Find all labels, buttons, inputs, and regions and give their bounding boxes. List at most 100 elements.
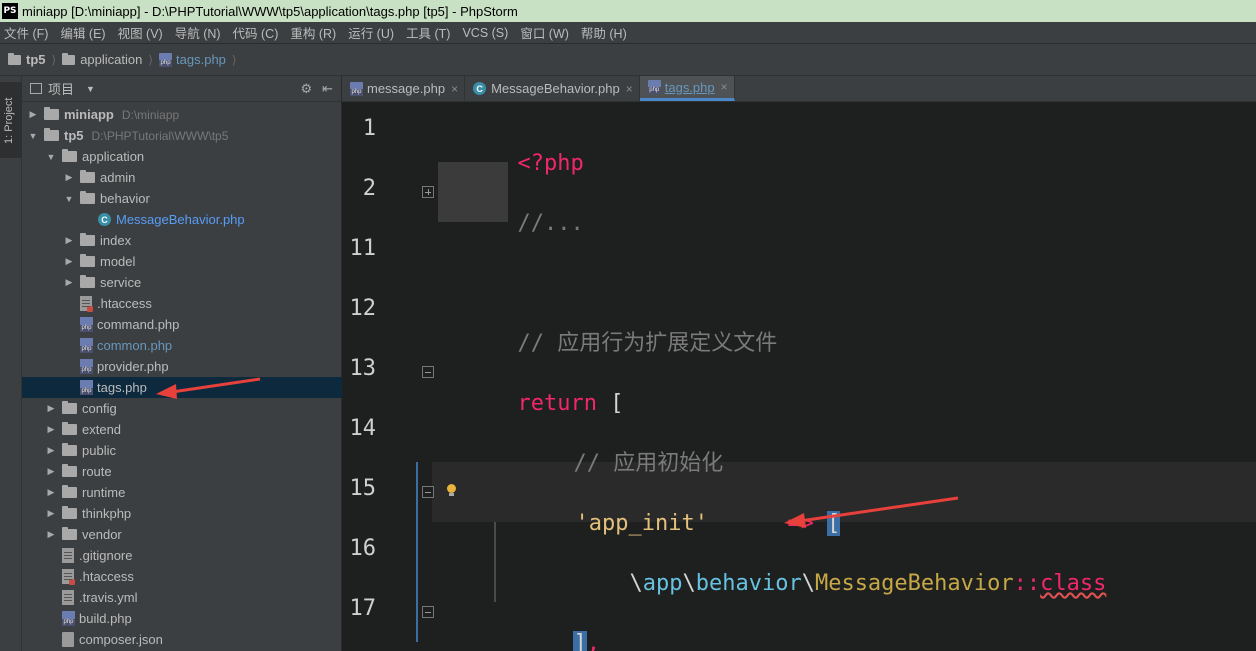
line-number: 15 [349, 476, 377, 501]
project-view-icon [30, 83, 42, 94]
chevron-down-icon[interactable]: ▼ [62, 194, 76, 204]
tree-item[interactable]: ▶ service [22, 272, 342, 293]
tree-item[interactable]: ▶common.php [22, 335, 342, 356]
folder-icon [62, 443, 77, 456]
chevron-right-icon[interactable]: ▶ [62, 256, 76, 267]
tree-item-label: build.php [79, 611, 132, 626]
chevron-right-icon[interactable]: ▶ [44, 487, 58, 498]
folder-icon [62, 422, 77, 435]
tree-item[interactable]: ▼ application [22, 146, 342, 167]
code-editor[interactable]: 1 2 11 12 13 14 15 16 17 <?php //... // … [342, 102, 1256, 651]
tree-item[interactable]: ▶ index [22, 230, 342, 251]
tree-item[interactable]: ▶ config [22, 398, 342, 419]
tree-item-label: model [100, 254, 136, 269]
close-icon[interactable]: × [451, 82, 458, 96]
code-line-15: 'app_init' => [ [575, 511, 841, 536]
tree-item[interactable]: ▶ runtime [22, 482, 342, 503]
project-tool-tab[interactable]: 1: Project [0, 82, 22, 158]
tree-item-label: service [100, 275, 142, 290]
folder-icon [62, 464, 77, 477]
chevron-right-icon[interactable]: ▶ [44, 403, 58, 414]
close-icon[interactable]: × [626, 82, 633, 96]
tree-item[interactable]: ▶ miniapp D:\miniapp [22, 104, 342, 125]
folder-icon [44, 128, 59, 141]
tree-item[interactable]: ▶ model [22, 251, 342, 272]
folder-icon [62, 506, 77, 519]
breadcrumb-item-tags[interactable]: tags.php [159, 52, 226, 67]
tree-item[interactable]: ▶.gitignore [22, 545, 342, 566]
chevron-down-icon[interactable]: ▼ [44, 152, 58, 162]
chevron-down-icon[interactable]: ▼ [26, 131, 40, 141]
tree-item[interactable]: ▶ admin [22, 167, 342, 188]
menu-navigate[interactable]: 导航 (N) [175, 23, 221, 42]
menu-run[interactable]: 运行 (U) [348, 23, 394, 42]
tree-item[interactable]: ▶composer.json [22, 629, 342, 650]
menu-view[interactable]: 视图 (V) [118, 23, 163, 42]
fold-collapse-icon[interactable] [422, 486, 434, 498]
tree-item[interactable]: ▼ tp5 D:\PHPTutorial\WWW\tp5 [22, 125, 342, 146]
menu-bar: 文件 (F) 编辑 (E) 视图 (V) 导航 (N) 代码 (C) 重构 (R… [0, 22, 1256, 44]
gear-icon[interactable]: ⚙ [300, 81, 312, 97]
menu-edit[interactable]: 编辑 (E) [60, 23, 105, 42]
tab-tags-php[interactable]: tags.php × [639, 76, 735, 101]
tree-item-label: .gitignore [79, 548, 133, 563]
tree-item[interactable]: ▶ thinkphp [22, 503, 342, 524]
tree-item[interactable]: ▶.travis.yml [22, 587, 342, 608]
fold-collapse-icon[interactable] [422, 366, 434, 378]
close-icon[interactable]: × [721, 80, 728, 94]
chevron-right-icon[interactable]: ▶ [62, 277, 76, 288]
code-line-16: \app\behavior\MessageBehavior::class [629, 571, 1107, 596]
menu-window[interactable]: 窗口 (W) [520, 23, 569, 42]
tree-item[interactable]: ▶ extend [22, 419, 342, 440]
tree-item[interactable]: ▶ vendor [22, 524, 342, 545]
hide-panel-icon[interactable]: ⇤ [322, 81, 333, 97]
tree-item-label: MessageBehavior.php [116, 212, 245, 227]
project-panel-title[interactable]: 项目 [48, 79, 74, 98]
project-panel: 项目 ▼ ⚙ ⇤ ▶ miniapp D:\miniapp ▼ tp5 D:\PHPTut… [22, 76, 342, 651]
tree-item[interactable]: ▶ route [22, 461, 342, 482]
menu-code[interactable]: 代码 (C) [233, 23, 279, 42]
chevron-down-icon[interactable]: ▼ [86, 84, 95, 94]
chevron-right-icon[interactable]: ▶ [44, 424, 58, 435]
tree-item[interactable]: ▶command.php [22, 314, 342, 335]
chevron-right-icon[interactable]: ▶ [62, 172, 76, 183]
folder-icon [62, 527, 77, 540]
tree-item[interactable]: ▼ behavior [22, 188, 342, 209]
fold-expand-icon[interactable] [422, 186, 434, 198]
breadcrumb-item-tp5[interactable]: tp5 [8, 52, 46, 67]
chevron-right-icon[interactable]: ▶ [44, 466, 58, 477]
breadcrumb-separator: ⟩ [51, 52, 57, 67]
breadcrumb-separator: ⟩ [148, 52, 154, 67]
code-line-12: // 应用行为扩展定义文件 [517, 331, 778, 356]
tab-messagebehavior-php[interactable]: C MessageBehavior.php × [465, 76, 640, 101]
menu-file[interactable]: 文件 (F) [4, 23, 48, 42]
chevron-right-icon[interactable]: ▶ [44, 508, 58, 519]
menu-tools[interactable]: 工具 (T) [406, 23, 450, 42]
tree-item[interactable]: ▶CMessageBehavior.php [22, 209, 342, 230]
text-file-icon [62, 548, 74, 563]
chevron-right-icon[interactable]: ▶ [44, 529, 58, 540]
window-title: miniapp [D:\miniapp] - D:\PHPTutorial\WW… [22, 3, 518, 19]
menu-vcs[interactable]: VCS (S) [462, 26, 508, 40]
breadcrumb-separator: ⟩ [231, 52, 237, 67]
tree-item[interactable]: ▶.htaccess [22, 566, 342, 587]
tree-item[interactable]: ▶.htaccess [22, 293, 342, 314]
php-file-icon [80, 380, 93, 395]
lightbulb-icon[interactable] [446, 484, 456, 496]
chevron-right-icon[interactable]: ▶ [26, 109, 40, 120]
tab-message-php[interactable]: message.php × [342, 76, 466, 101]
tree-item-label: application [82, 149, 145, 164]
tree-item[interactable]: ▶tags.php [22, 377, 342, 398]
folder-icon [80, 275, 95, 288]
folder-icon [62, 52, 76, 65]
chevron-right-icon[interactable]: ▶ [62, 235, 76, 246]
fold-collapse-icon[interactable] [422, 606, 434, 618]
menu-help[interactable]: 帮助 (H) [581, 23, 627, 42]
tree-item[interactable]: ▶ public [22, 440, 342, 461]
php-file-icon [647, 80, 661, 94]
breadcrumb-item-application[interactable]: application [62, 52, 142, 67]
tree-item[interactable]: ▶build.php [22, 608, 342, 629]
chevron-right-icon[interactable]: ▶ [44, 445, 58, 456]
tree-item[interactable]: ▶provider.php [22, 356, 342, 377]
menu-refactor[interactable]: 重构 (R) [290, 23, 336, 42]
